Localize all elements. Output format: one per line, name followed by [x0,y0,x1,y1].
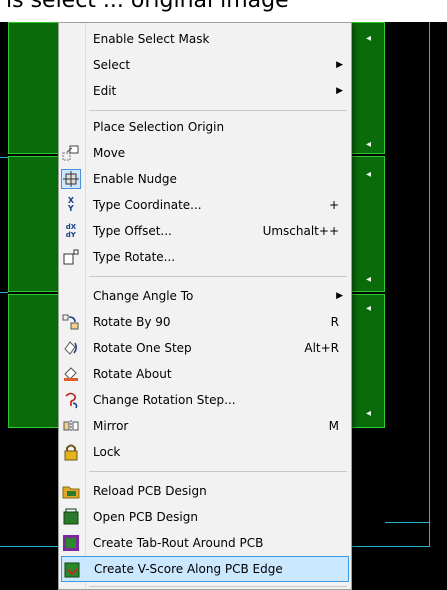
rotate-90-icon [61,312,81,332]
menu-item-label: Edit [93,84,117,98]
tab-rout-icon [61,533,81,553]
menu-item-change-angle-to[interactable]: Change Angle To ▶ [61,283,349,309]
menu-item-rotate-about[interactable]: Rotate About [61,361,349,387]
mirror-icon [61,416,81,436]
reload-pcb-icon [61,481,81,501]
menu-item-label: Change Rotation Step... [93,393,236,407]
menu-item-type-offset[interactable]: dX dY Type Offset... Umschalt++ [61,218,349,244]
lock-icon [61,442,81,462]
menu-item-label: Rotate By 90 [93,315,171,329]
menu-item-label: Create V-Score Along PCB Edge [94,562,283,576]
menu-item-rotate-one-step[interactable]: Rotate One Step Alt+R [61,335,349,361]
menu-item-shortcut: R [330,315,339,329]
menu-item-shortcut: M [328,419,339,433]
menu-item-label: Reload PCB Design [93,484,207,498]
open-pcb-icon [61,507,81,527]
menu-item-open-pcb-design[interactable]: Open PCB Design [61,504,349,530]
menu-item-create-tab-rout[interactable]: Create Tab-Rout Around PCB [61,530,349,556]
menu-item-move[interactable]: Move [61,140,349,166]
menu-item-enable-select-mask[interactable]: Enable Select Mask [61,26,349,52]
move-icon [61,143,81,163]
menu-item-shortcut: Umschalt++ [262,224,339,238]
dxdy-offset-icon: dX dY [65,223,77,239]
window-title-fragment: is select ... original image [6,0,289,13]
arrow-icon: ◂ [366,303,372,314]
rotate-box-icon [61,247,81,267]
menu-item-place-selection-origin[interactable]: Place Selection Origin [61,114,349,140]
outline-divider-3 [385,522,430,523]
menu-item-type-rotate[interactable]: Type Rotate... [61,244,349,270]
menu-item-label: Create Tab-Rout Around PCB [93,536,264,550]
rotate-about-icon [61,364,81,384]
xy-coordinate-icon: XY [67,196,75,213]
arrow-icon: ◂ [366,139,372,150]
rotation-step-icon [61,390,81,410]
menu-separator [89,276,347,277]
nudge-icon [61,169,81,189]
arrow-icon: ◂ [366,33,372,44]
menu-separator [89,110,347,111]
menu-separator [89,586,347,587]
submenu-arrow-icon: ▶ [336,60,343,70]
arrow-icon: ◂ [366,274,372,285]
menu-item-type-coordinate[interactable]: XY Type Coordinate... + [61,192,349,218]
context-menu: Enable Select Mask Select ▶ Edit ▶ Place… [58,22,352,590]
menu-item-label: Lock [93,445,121,459]
menu-item-label: Move [93,146,126,160]
menu-item-create-v-score[interactable]: Create V-Score Along PCB Edge [61,556,349,582]
menu-item-label: Type Offset... [93,224,172,238]
menu-item-rotate-by-90[interactable]: Rotate By 90 R [61,309,349,335]
submenu-arrow-icon: ▶ [336,86,343,96]
outline-divider-2 [0,292,8,293]
arrow-icon: ◂ [366,169,372,180]
menu-item-label: Select [93,58,131,72]
menu-item-label: Mirror [93,419,129,433]
menu-item-label: Enable Nudge [93,172,177,186]
outline-divider-1 [0,157,8,158]
top-title-strip: is select ... original image [0,0,447,22]
menu-item-reload-pcb-design[interactable]: Reload PCB Design [61,478,349,504]
menu-item-label: Type Coordinate... [93,198,202,212]
menu-item-label: Open PCB Design [93,510,198,524]
menu-item-label: Type Rotate... [93,250,176,264]
menu-item-edit[interactable]: Edit ▶ [61,78,349,104]
menu-item-label: Rotate One Step [93,341,192,355]
menu-item-enable-nudge[interactable]: Enable Nudge [61,166,349,192]
submenu-arrow-icon: ▶ [336,291,343,301]
menu-item-label: Place Selection Origin [93,120,225,134]
menu-separator [89,471,347,472]
rotate-step-icon [61,338,81,358]
menu-item-shortcut: + [328,198,339,212]
menu-item-lock[interactable]: Lock [61,439,349,465]
menu-item-change-rotation-step[interactable]: Change Rotation Step... [61,387,349,413]
menu-item-label: Change Angle To [93,289,194,303]
menu-item-label: Rotate About [93,367,172,381]
arrow-icon: ◂ [366,408,372,419]
menu-item-mirror[interactable]: Mirror M [61,413,349,439]
menu-item-shortcut: Alt+R [304,341,339,355]
v-score-icon [62,560,82,580]
menu-item-label: Enable Select Mask [93,32,210,46]
menu-item-select[interactable]: Select ▶ [61,52,349,78]
